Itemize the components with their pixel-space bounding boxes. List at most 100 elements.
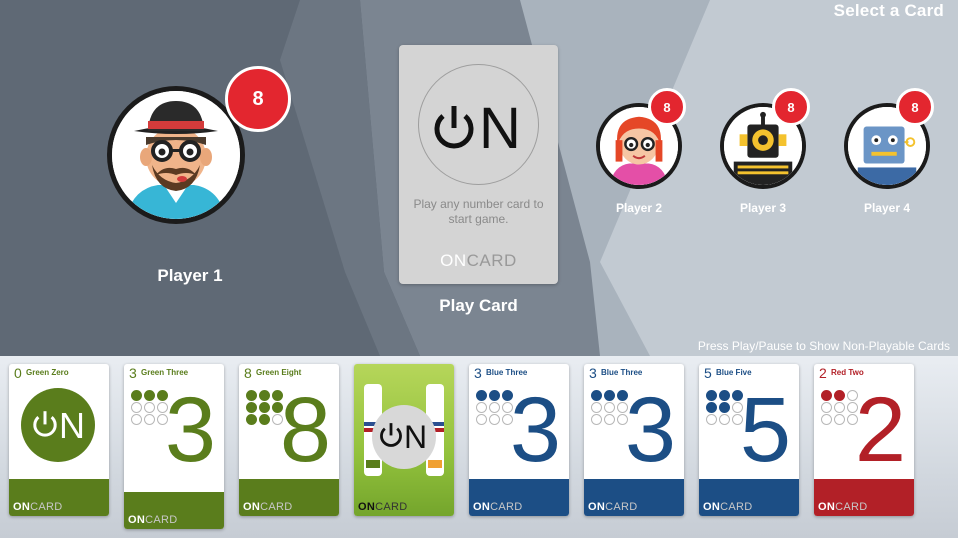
player-2-name: Player 2 [615, 201, 663, 215]
card-brand: ONCARD [128, 514, 177, 526]
empty-dot [719, 414, 730, 425]
card-big-number: 3 [624, 379, 676, 481]
empty-dot [591, 414, 602, 425]
empty-dot [821, 414, 832, 425]
brand-card: CARD [30, 501, 63, 513]
card-number-corner: 2 [819, 365, 827, 381]
hand-card[interactable]: 0 Green Zero ONCARD N [9, 364, 109, 516]
filled-dot [719, 402, 730, 413]
player-1-card-count-badge: 8 [225, 66, 291, 132]
card-big-number: 8 [279, 379, 331, 481]
empty-dot [131, 402, 142, 413]
hand-card[interactable]: 8 Green Eight ONCARD 8 [239, 364, 339, 516]
filled-dot [131, 390, 142, 401]
card-big-number: 3 [164, 379, 216, 481]
on-logo-letter: N [479, 96, 521, 161]
filled-dot [476, 390, 487, 401]
filled-dot [591, 390, 602, 401]
empty-dot [821, 402, 832, 413]
empty-dot [144, 414, 155, 425]
card-number-corner: 5 [704, 365, 712, 381]
man-hat-glasses-avatar-icon [112, 91, 240, 219]
hand-card[interactable]: 3 Green Three ONCARD 3 [124, 364, 224, 529]
card-brand: ONCARD [358, 501, 407, 513]
brand-card: CARD [260, 501, 293, 513]
hand-card[interactable]: N ONCARD [354, 364, 454, 516]
brand-card: CARD [375, 501, 408, 513]
card-name: Blue Three [486, 368, 528, 377]
brand-on: ON [128, 514, 146, 526]
player-3-card-count-badge: 8 [772, 88, 810, 126]
brand-on: ON [703, 501, 721, 513]
empty-dot [591, 402, 602, 413]
brand-card: CARD [145, 514, 178, 526]
play-card-pile[interactable]: N Play any number card to start game. ON… [399, 45, 558, 284]
empty-dot [604, 414, 615, 425]
player-1-avatar [107, 86, 245, 224]
filled-dot [719, 390, 730, 401]
card-brand: ONCARD [588, 501, 637, 513]
filled-dot [706, 402, 717, 413]
hand-card[interactable]: 2 Red Two ONCARD 2 [814, 364, 914, 516]
player-4-name: Player 4 [863, 201, 911, 215]
card-brand: ONCARD [13, 501, 62, 513]
card-big-number: 2 [854, 379, 906, 481]
card-big-number: 3 [509, 379, 561, 481]
empty-dot [489, 414, 500, 425]
player-3-name: Player 3 [739, 201, 787, 215]
card-brand: ONCARD [703, 501, 752, 513]
player-4-card-count-badge: 8 [896, 88, 934, 126]
zero-logo-disc: N [21, 388, 95, 462]
non-playable-hint: Press Play/Pause to Show Non-Playable Ca… [697, 339, 950, 353]
card-name: Red Two [831, 368, 864, 377]
card-name: Blue Three [601, 368, 643, 377]
play-card-label: Play Card [439, 296, 518, 315]
filled-dot [821, 390, 832, 401]
filled-dot [259, 402, 270, 413]
card-brand: ONCARD [818, 501, 867, 513]
empty-dot [144, 402, 155, 413]
screen-title: Select a Card [833, 1, 944, 20]
filled-dot [834, 390, 845, 401]
card-number-corner: 3 [129, 365, 137, 381]
hand-card[interactable]: 3 Blue Three ONCARD 3 [584, 364, 684, 516]
empty-dot [476, 414, 487, 425]
brand-on: ON [473, 501, 491, 513]
brand-card: CARD [490, 501, 523, 513]
brand-on: ON [818, 501, 836, 513]
card-number-corner: 3 [474, 365, 482, 381]
hand-card[interactable]: 5 Blue Five ONCARD 5 [699, 364, 799, 516]
brand-on: ON [440, 251, 467, 270]
brand-card: CARD [835, 501, 868, 513]
card-name: Green Three [141, 368, 189, 377]
brand-on: ON [588, 501, 606, 513]
power-icon [33, 411, 57, 437]
power-icon [434, 105, 474, 148]
filled-dot [489, 390, 500, 401]
on-logo: N [431, 95, 521, 162]
play-card-logo-ring: N [418, 64, 539, 185]
brand-on: ON [243, 501, 261, 513]
filled-dot [706, 390, 717, 401]
filled-dot [259, 390, 270, 401]
empty-dot [834, 414, 845, 425]
brand-card: CARD [720, 501, 753, 513]
card-name: Green Zero [26, 368, 69, 377]
card-name: Green Eight [256, 368, 302, 377]
power-icon [380, 423, 402, 447]
hand-card[interactable]: 3 Blue Three ONCARD 3 [469, 364, 569, 516]
card-brand: ONCARD [243, 501, 292, 513]
card-name: Blue Five [716, 368, 752, 377]
empty-dot [834, 402, 845, 413]
brand-on: ON [358, 501, 376, 513]
card-number-corner: 3 [589, 365, 597, 381]
card-number-corner: 0 [14, 365, 22, 381]
empty-dot [476, 402, 487, 413]
play-card-instruction: Play any number card to start game. [413, 197, 544, 226]
filled-dot [144, 390, 155, 401]
wild-card-logo: N [372, 405, 436, 469]
card-number-corner: 8 [244, 365, 252, 381]
filled-dot [604, 390, 615, 401]
filled-dot [246, 414, 257, 425]
brand-card: CARD [605, 501, 638, 513]
